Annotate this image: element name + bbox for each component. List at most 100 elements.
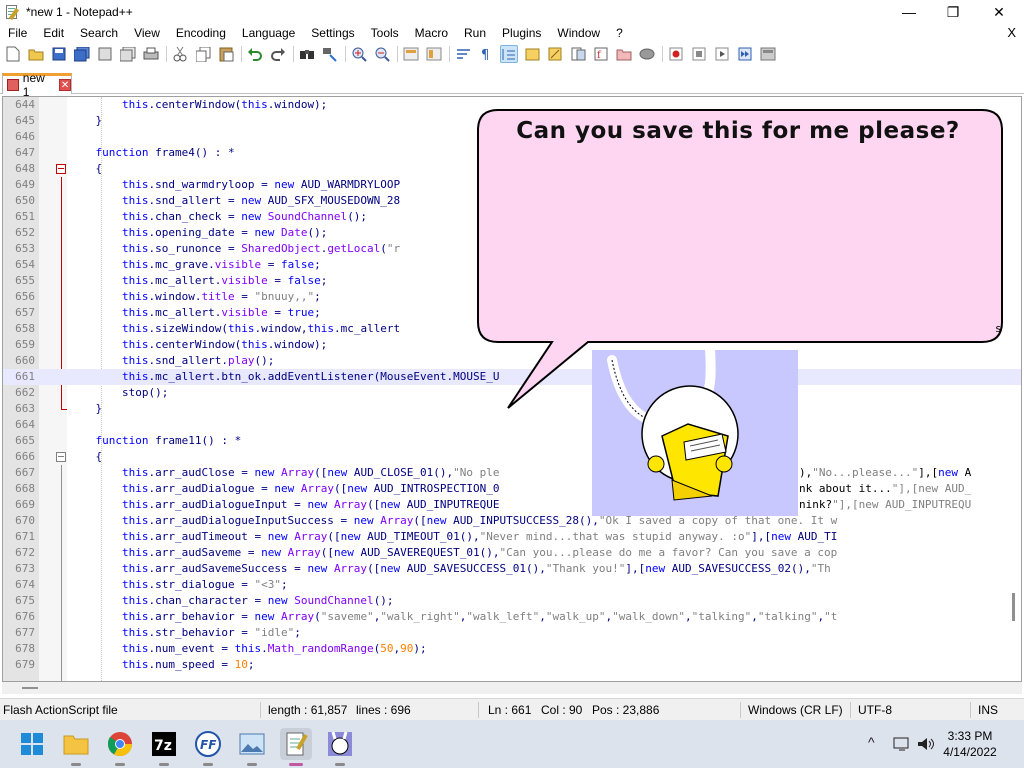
menu-search[interactable]: Search bbox=[72, 24, 126, 42]
zoom-in-icon[interactable] bbox=[350, 45, 368, 63]
menu-language[interactable]: Language bbox=[234, 24, 303, 42]
function-list-icon[interactable]: f bbox=[592, 45, 610, 63]
flash-decompiler-icon[interactable]: FF bbox=[192, 728, 224, 766]
folder-workspace-icon[interactable] bbox=[615, 45, 633, 63]
word-wrap-icon[interactable] bbox=[454, 45, 472, 63]
system-clock[interactable]: 3:33 PM 4/14/2022 bbox=[940, 728, 1000, 760]
scrollbar-thumb[interactable] bbox=[22, 687, 38, 689]
vertical-scrollbar-thumb[interactable] bbox=[1012, 593, 1015, 621]
line-number: 659 bbox=[15, 338, 35, 351]
running-indicator bbox=[247, 763, 257, 766]
notepad-plus-plus-icon[interactable] bbox=[280, 728, 312, 766]
line-number: 663 bbox=[15, 402, 35, 415]
code-line[interactable]: 678 this.num_event = this.Math_randomRan… bbox=[3, 641, 1021, 657]
macro-run-multiple-icon[interactable] bbox=[736, 45, 754, 63]
chrome-icon[interactable] bbox=[104, 728, 136, 766]
find-icon[interactable] bbox=[298, 45, 316, 63]
close-document-button[interactable]: X bbox=[1007, 24, 1016, 42]
volume-icon[interactable] bbox=[914, 728, 938, 760]
code-text: this.arr_audDialogue = new Array([new AU… bbox=[121, 482, 500, 495]
print-icon[interactable] bbox=[142, 45, 160, 63]
line-number: 650 bbox=[15, 194, 35, 207]
save-icon[interactable] bbox=[50, 45, 68, 63]
code-line[interactable]: 675 this.chan_character = new SoundChann… bbox=[3, 593, 1021, 609]
replace-icon[interactable] bbox=[321, 45, 339, 63]
horizontal-scrollbar[interactable] bbox=[2, 682, 1022, 694]
tray-overflow-chevron[interactable]: ^ bbox=[868, 734, 875, 750]
new-file-icon[interactable] bbox=[4, 45, 22, 63]
code-line[interactable]: 671 this.arr_audTimeout = new Array([new… bbox=[3, 529, 1021, 545]
status-col: Col : 90 bbox=[541, 703, 583, 717]
close-window-button[interactable]: ✕ bbox=[976, 0, 1022, 24]
undo-icon[interactable] bbox=[246, 45, 264, 63]
menu-macro[interactable]: Macro bbox=[407, 24, 456, 42]
paste-icon[interactable] bbox=[217, 45, 235, 63]
close-all-icon[interactable] bbox=[119, 45, 137, 63]
photos-icon[interactable] bbox=[236, 728, 268, 766]
code-text: this.window.title = "bnuuy,,"; bbox=[121, 290, 321, 303]
macro-stop-icon[interactable] bbox=[690, 45, 708, 63]
code-line[interactable]: 666 { bbox=[3, 449, 1021, 465]
tab-close-button[interactable]: ✕ bbox=[59, 79, 71, 91]
show-all-chars-icon[interactable]: ¶ bbox=[477, 45, 495, 63]
menu-view[interactable]: View bbox=[126, 24, 168, 42]
windows-start-icon[interactable] bbox=[16, 728, 48, 760]
zoom-out-icon[interactable] bbox=[373, 45, 391, 63]
toolbar-separator bbox=[241, 46, 242, 62]
code-text: nink?"],[new AUD_INPUTREQU bbox=[799, 498, 972, 511]
udl-icon[interactable] bbox=[523, 45, 541, 63]
doc-list-icon[interactable] bbox=[569, 45, 587, 63]
menu-tools[interactable]: Tools bbox=[363, 24, 407, 42]
open-file-icon[interactable] bbox=[27, 45, 45, 63]
redo-icon[interactable] bbox=[269, 45, 287, 63]
menu-help[interactable]: ? bbox=[608, 24, 631, 42]
menu-run[interactable]: Run bbox=[456, 24, 494, 42]
code-line[interactable]: 664 bbox=[3, 417, 1021, 433]
status-encoding: UTF-8 bbox=[858, 703, 892, 717]
code-line[interactable]: 674 this.str_dialogue = "<3"; bbox=[3, 577, 1021, 593]
macro-play-icon[interactable] bbox=[713, 45, 731, 63]
fold-toggle-icon[interactable] bbox=[56, 164, 66, 174]
copy-icon[interactable] bbox=[194, 45, 212, 63]
close-icon[interactable] bbox=[96, 45, 114, 63]
macro-save-icon[interactable] bbox=[759, 45, 777, 63]
menu-encoding[interactable]: Encoding bbox=[168, 24, 234, 42]
menu-bar: File Edit Search View Encoding Language … bbox=[0, 24, 1024, 42]
code-line[interactable]: 672 this.arr_audSaveme = new Array([new … bbox=[3, 545, 1021, 561]
bunny-app-icon[interactable] bbox=[324, 728, 356, 766]
svg-text:¶: ¶ bbox=[481, 48, 489, 61]
taskbar: 7z FF ^ 3:33 PM 4/14/2022 bbox=[0, 720, 1024, 768]
code-line[interactable]: 677 this.str_behavior = "idle"; bbox=[3, 625, 1021, 641]
bunny-character-window[interactable] bbox=[592, 350, 798, 516]
menu-plugins[interactable]: Plugins bbox=[494, 24, 549, 42]
sync-horizontal-icon[interactable] bbox=[425, 45, 443, 63]
file-explorer-icon[interactable] bbox=[60, 728, 92, 766]
menu-window[interactable]: Window bbox=[549, 24, 608, 42]
7zip-icon[interactable]: 7z bbox=[148, 728, 180, 766]
minimize-button[interactable]: — bbox=[886, 0, 932, 24]
indent-guide-icon[interactable] bbox=[500, 45, 518, 63]
line-number: 647 bbox=[15, 146, 35, 159]
macro-record-icon[interactable] bbox=[667, 45, 685, 63]
save-all-icon[interactable] bbox=[73, 45, 91, 63]
maximize-button[interactable]: ❐ bbox=[930, 0, 976, 24]
fold-toggle-icon[interactable] bbox=[56, 452, 66, 462]
cut-icon[interactable] bbox=[171, 45, 189, 63]
sync-vertical-icon[interactable] bbox=[402, 45, 420, 63]
code-text: ),"No...please..."],[new A bbox=[799, 466, 972, 479]
tab-new-1[interactable]: new 1 ✕ bbox=[2, 71, 72, 99]
code-line[interactable]: 670 this.arr_audDialogueInputSuccess = n… bbox=[3, 513, 1021, 529]
code-line[interactable]: 679 this.num_speed = 10; bbox=[3, 657, 1021, 673]
line-number: 671 bbox=[15, 530, 35, 543]
code-text: nk about it..."],[new AUD_ bbox=[799, 482, 972, 495]
doc-map-icon[interactable] bbox=[546, 45, 564, 63]
monitoring-icon[interactable] bbox=[638, 45, 656, 63]
menu-edit[interactable]: Edit bbox=[35, 24, 72, 42]
menu-file[interactable]: File bbox=[0, 24, 35, 42]
code-line[interactable]: 673 this.arr_audSavemeSuccess = new Arra… bbox=[3, 561, 1021, 577]
code-overflow-fragment: nink?"],[new AUD_INPUTREQU bbox=[799, 497, 971, 513]
menu-settings[interactable]: Settings bbox=[303, 24, 362, 42]
code-line[interactable]: 665 function frame11() : * bbox=[3, 433, 1021, 449]
code-line[interactable]: 676 this.arr_behavior = new Array("savem… bbox=[3, 609, 1021, 625]
network-icon[interactable] bbox=[890, 728, 914, 760]
